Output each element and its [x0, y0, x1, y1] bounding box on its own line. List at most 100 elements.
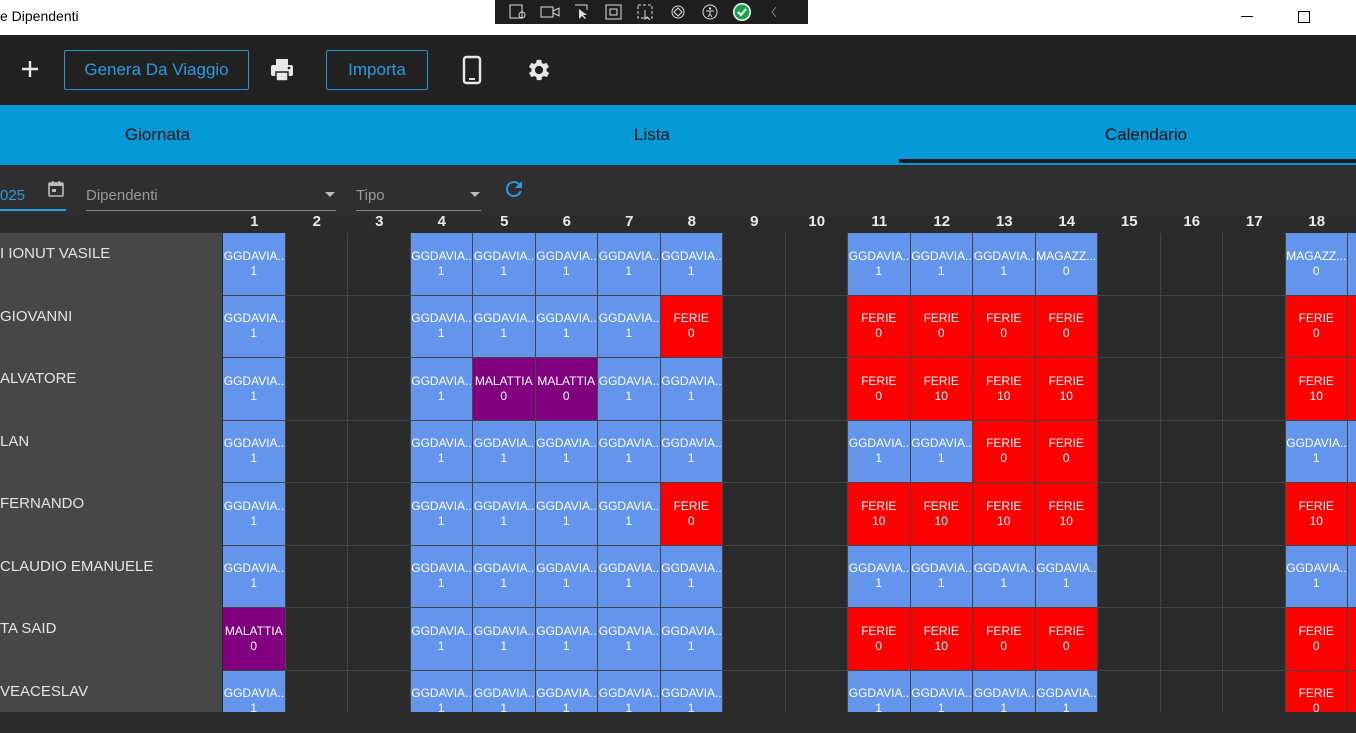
calendar-cell[interactable]	[348, 421, 411, 484]
calendar-event[interactable]: GGDAVIA...1	[848, 421, 910, 483]
print-button[interactable]	[268, 56, 296, 84]
employee-name[interactable]: CLAUDIO EMANUELE	[0, 546, 153, 609]
calendar-cell[interactable]	[1161, 358, 1224, 421]
tab-lista[interactable]: Lista	[405, 105, 899, 165]
calendar-event[interactable]: GGDAVIA...1	[661, 233, 723, 295]
calendar-cell[interactable]	[723, 546, 786, 609]
calendar-event[interactable]: GGDAVIA...1	[473, 483, 535, 545]
calendar-cell[interactable]	[1098, 608, 1161, 671]
calendar-cell[interactable]	[723, 233, 786, 296]
calendar-event[interactable]: FERIE0	[1286, 296, 1348, 358]
calendar-event[interactable]: FERIE10	[848, 483, 910, 545]
calendar-cell[interactable]	[1098, 358, 1161, 421]
calendar-cell[interactable]	[1223, 608, 1286, 671]
maximize-button[interactable]	[1281, 4, 1327, 30]
calendar-cell[interactable]	[1161, 546, 1224, 609]
calendar-event[interactable]: GGDAVIA...1	[223, 546, 285, 608]
calendar-cell[interactable]	[1161, 233, 1224, 296]
calendar-cell[interactable]	[1161, 296, 1224, 359]
calendar-event[interactable]: GGDAVIA...1	[848, 671, 910, 713]
calendar-event[interactable]: FERIE0	[1036, 608, 1098, 670]
calendar-cell[interactable]	[1098, 671, 1161, 713]
employee-name[interactable]: ALVATORE	[0, 358, 76, 421]
calendar-cell[interactable]	[723, 608, 786, 671]
calendar-event[interactable]: GGDAVIA...1	[411, 608, 473, 670]
calendar-event[interactable]: FERIE0	[911, 296, 973, 358]
calendar-cell[interactable]	[723, 671, 786, 713]
calendar-event[interactable]: FERIE0	[661, 483, 723, 545]
calendar-cell[interactable]	[348, 296, 411, 359]
calendar-event[interactable]: FERIE10	[1036, 483, 1098, 545]
calendar-cell[interactable]	[723, 483, 786, 546]
tipo-dropdown[interactable]: Tipo	[356, 185, 481, 211]
calendar-event[interactable]: GGDAVIA...1	[536, 233, 598, 295]
calendar-cell[interactable]	[786, 608, 849, 671]
calendar-cell[interactable]	[723, 296, 786, 359]
calendar-event[interactable]: GGDAVIA...1	[661, 546, 723, 608]
employee-name[interactable]: GIOVANNI	[0, 296, 72, 359]
calendar-event[interactable]: G	[1348, 421, 1356, 483]
employee-name[interactable]: I IONUT VASILE	[0, 233, 110, 296]
calendar-event[interactable]: MAGAZZ...0	[1286, 233, 1348, 295]
calendar-event[interactable]: FERIE10	[911, 608, 973, 670]
calendar-event[interactable]: GGDAVIA...1	[598, 421, 660, 483]
calendar-cell[interactable]	[1161, 421, 1224, 484]
accessibility-icon[interactable]	[699, 3, 721, 21]
mobile-view-button[interactable]	[459, 55, 485, 85]
refresh-button[interactable]	[502, 177, 526, 201]
calendar-cell[interactable]	[286, 483, 349, 546]
calendar-event[interactable]: GGDAVIA...1	[661, 421, 723, 483]
calendar-cell[interactable]	[348, 608, 411, 671]
calendar-event[interactable]: GGDAVIA...1	[223, 483, 285, 545]
calendar-cell[interactable]	[786, 296, 849, 359]
calendar-event[interactable]: GGDAVIA...1	[411, 421, 473, 483]
calendar-event[interactable]: FERIE0	[973, 608, 1035, 670]
calendar-event[interactable]: FERIE0	[973, 296, 1035, 358]
calendar-event[interactable]: GGDAVIA...1	[411, 296, 473, 358]
calendar-icon[interactable]	[47, 180, 65, 198]
calendar-event[interactable]: GGDAVIA...1	[223, 421, 285, 483]
calendar-cell[interactable]	[723, 358, 786, 421]
calendar-cell[interactable]	[1161, 671, 1224, 713]
calendar-event[interactable]: GGDAVIA...1	[598, 483, 660, 545]
calendar-cell[interactable]	[348, 233, 411, 296]
calendar-cell[interactable]	[1098, 233, 1161, 296]
calendar-event[interactable]: FERIE0	[1036, 296, 1098, 358]
calendar-cell[interactable]	[723, 421, 786, 484]
calendar-event[interactable]: FERIE10	[1036, 358, 1098, 420]
calendar-cell[interactable]	[786, 421, 849, 484]
calendar-cell[interactable]	[1223, 296, 1286, 359]
calendar-cell[interactable]	[1161, 483, 1224, 546]
calendar-cell[interactable]	[1161, 608, 1224, 671]
calendar-event[interactable]: GGDAVIA...1	[911, 671, 973, 713]
calendar-cell[interactable]	[286, 358, 349, 421]
calendar-event[interactable]: FERIE10	[973, 483, 1035, 545]
tab-giornata[interactable]: Giornata	[0, 105, 315, 165]
select-element-icon[interactable]	[571, 3, 593, 21]
calendar-event[interactable]: MALATTIA0	[223, 608, 285, 670]
calendar-event[interactable]: GGDAVIA...1	[973, 546, 1035, 608]
employee-name[interactable]: LAN	[0, 421, 29, 484]
calendar-cell[interactable]	[286, 296, 349, 359]
add-button[interactable]	[17, 56, 43, 82]
calendar-event[interactable]: FERIE10	[911, 483, 973, 545]
calendar-event[interactable]: FERIE0	[973, 421, 1035, 483]
calendar-event[interactable]: GGDAVIA...1	[598, 296, 660, 358]
calendar-cell[interactable]	[786, 671, 849, 713]
calendar-event[interactable]	[1348, 671, 1356, 713]
dipendenti-dropdown[interactable]: Dipendenti	[86, 185, 336, 211]
calendar-cell[interactable]	[286, 233, 349, 296]
calendar-cell[interactable]	[1098, 296, 1161, 359]
calendar-event[interactable]: GGDAVIA...1	[473, 296, 535, 358]
calendar-cell[interactable]	[348, 358, 411, 421]
calendar-cell[interactable]	[786, 233, 849, 296]
calendar-event[interactable]: GGDAVIA...1	[473, 233, 535, 295]
collapse-icon[interactable]	[763, 3, 785, 21]
calendar-event[interactable]: GGDAVIA...1	[223, 358, 285, 420]
calendar-event[interactable]: FERIE0	[848, 608, 910, 670]
calendar-event[interactable]: GGDAVIA...1	[661, 608, 723, 670]
calendar-event[interactable]: FERIE0	[1286, 671, 1348, 713]
calendar-event[interactable]: MALATTIA0	[536, 358, 598, 420]
calendar-event[interactable]: GGDAVIA...1	[411, 233, 473, 295]
settings-button[interactable]	[525, 56, 553, 84]
